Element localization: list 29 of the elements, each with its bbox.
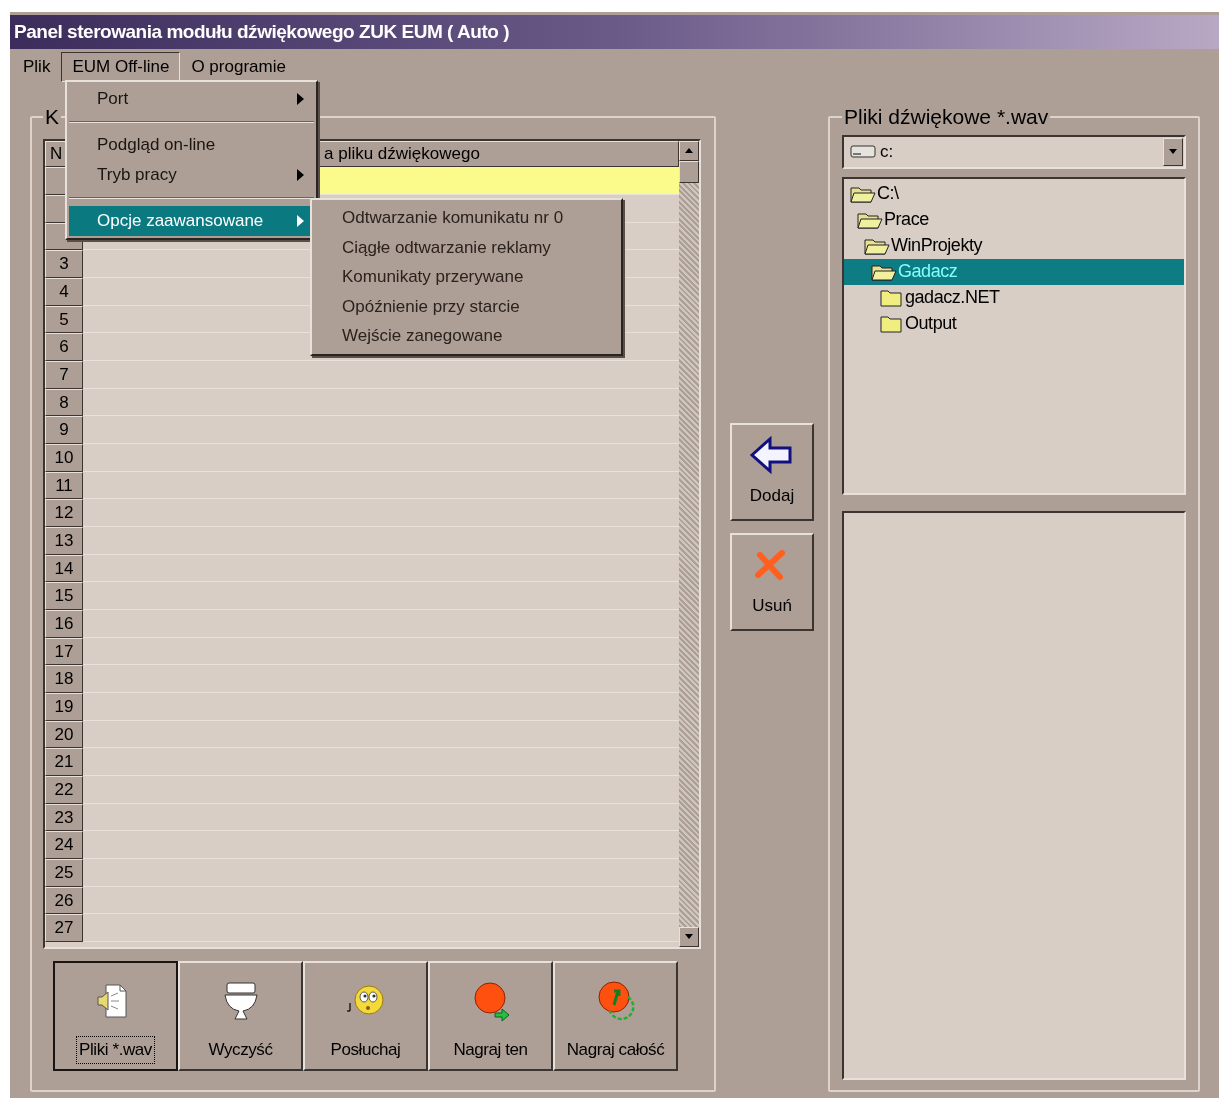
row-number: 12 [45, 498, 83, 527]
row-number: 19 [45, 692, 83, 721]
row-number: 16 [45, 609, 83, 638]
row-number: 10 [45, 443, 83, 472]
row-number: 4 [45, 277, 83, 306]
group-title: Pliki dźwiękowe *.wav [843, 104, 1050, 130]
row-number: 25 [45, 858, 83, 887]
row-number: 20 [45, 720, 83, 748]
window-title: Panel sterowania modułu dźwiękowego ZUK EUM ( Auto ) [14, 19, 510, 44]
row-number: 7 [45, 360, 83, 389]
row-number: 13 [45, 526, 83, 555]
row-number: 11 [45, 471, 83, 499]
row-number: 9 [45, 415, 83, 444]
row-number: 3 [45, 249, 83, 278]
row-number: 17 [45, 637, 83, 665]
row-number: 22 [45, 775, 83, 804]
row-number: 18 [45, 664, 83, 693]
drive-label: c: [880, 140, 895, 163]
row-number: 8 [45, 388, 83, 416]
row-number: 21 [45, 747, 83, 776]
row-number: 15 [45, 581, 83, 610]
row-number: 27 [45, 913, 83, 942]
row-number: 5 [45, 305, 83, 333]
row-number: 14 [45, 554, 83, 582]
row-number: 6 [45, 332, 83, 361]
group-title: K [44, 104, 60, 130]
row-number: 24 [45, 830, 83, 859]
row-number: 23 [45, 803, 83, 831]
row-number: 26 [45, 886, 83, 914]
